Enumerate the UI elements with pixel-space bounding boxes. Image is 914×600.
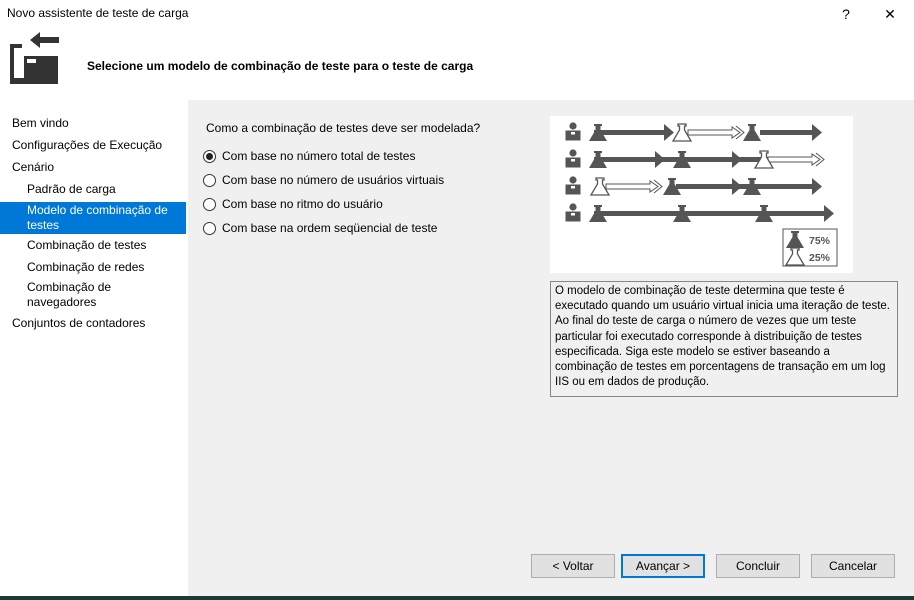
option-label: Com base no número total de testes	[222, 149, 416, 163]
wizard-header: Selecione um modelo de combinação de tes…	[0, 28, 914, 100]
wizard-arrow-folder-icon	[10, 32, 59, 84]
cancel-button[interactable]: Cancelar	[811, 554, 895, 578]
sidebar-item-network-mix[interactable]: Combinação de redes	[0, 260, 186, 275]
question-label: Como a combinação de testes deve ser mod…	[206, 121, 481, 135]
radio-button[interactable]	[203, 149, 216, 163]
option-virtual-users[interactable]: Com base no número de usuários virtuais	[203, 172, 444, 188]
taskbar-edge	[0, 596, 914, 600]
option-sequential-order[interactable]: Com base na ordem seqüencial de teste	[203, 220, 437, 236]
close-button[interactable]: ✕	[870, 0, 910, 28]
option-label: Com base no número de usuários virtuais	[222, 173, 445, 187]
sidebar-item-run-settings[interactable]: Configurações de Execução	[0, 138, 186, 153]
option-total-tests[interactable]: Com base no número total de testes	[203, 148, 415, 164]
help-button[interactable]: ?	[826, 0, 866, 28]
wizard-sidebar: Bem vindo Configurações de Execução Cená…	[0, 100, 188, 600]
legend-value-outline: 25%	[809, 252, 831, 264]
sidebar-item-test-mix[interactable]: Combinação de testes	[0, 238, 186, 253]
back-button[interactable]: < Voltar	[531, 554, 615, 578]
radio-button[interactable]	[203, 221, 216, 235]
option-user-pace[interactable]: Com base no ritmo do usuário	[203, 196, 383, 212]
test-mix-illustration: 75% 25%	[565, 122, 838, 267]
content-panel: Como a combinação de testes deve ser mod…	[188, 100, 914, 536]
header-instruction: Selecione um modelo de combinação de tes…	[87, 59, 474, 73]
radio-button[interactable]	[203, 197, 216, 211]
model-description: O modelo de combinação de teste determin…	[550, 281, 898, 397]
test-mix-diagram: 75% 25%	[550, 116, 853, 273]
sidebar-item-counter-sets[interactable]: Conjuntos de contadores	[0, 316, 186, 331]
option-label: Com base no ritmo do usuário	[222, 197, 383, 211]
wizard-footer: < Voltar Avançar > Concluir Cancelar	[188, 536, 914, 596]
option-label: Com base na ordem seqüencial de teste	[222, 221, 438, 235]
finish-button[interactable]: Concluir	[716, 554, 800, 578]
next-button[interactable]: Avançar >	[621, 554, 705, 578]
sidebar-item-welcome[interactable]: Bem vindo	[0, 116, 186, 131]
sidebar-item-load-pattern[interactable]: Padrão de carga	[0, 182, 186, 197]
legend-value-filled: 75%	[809, 235, 831, 247]
sidebar-item-test-mix-model[interactable]: Modelo de combinação de testes	[0, 202, 186, 234]
sidebar-item-browser-mix[interactable]: Combinação de navegadores	[0, 280, 186, 310]
window-title: Novo assistente de teste de carga	[7, 6, 189, 20]
title-bar: Novo assistente de teste de carga ? ✕	[0, 0, 914, 28]
sidebar-item-scenario[interactable]: Cenário	[0, 160, 186, 175]
radio-button[interactable]	[203, 173, 216, 187]
